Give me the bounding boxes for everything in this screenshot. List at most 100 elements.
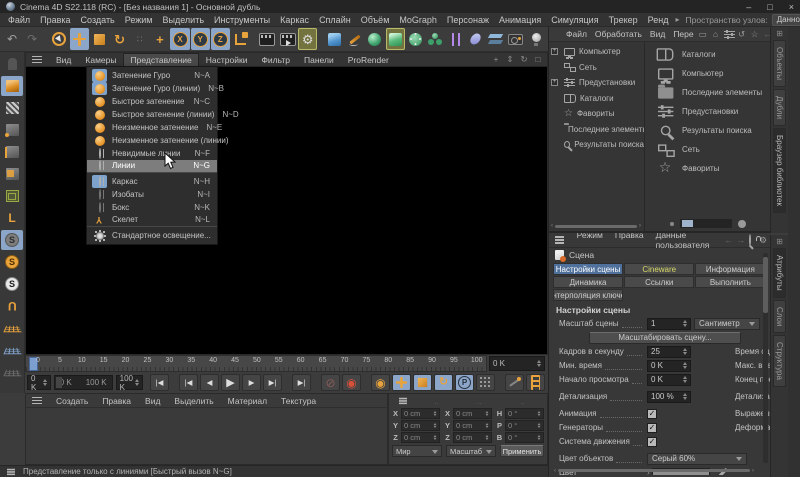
panel-tab[interactable]: Структура	[773, 335, 786, 387]
display-menu-item[interactable]: Быстрое затенение N~C	[87, 95, 217, 108]
workplane-mode-button[interactable]	[1, 186, 23, 206]
polygons-mode-button[interactable]	[1, 164, 23, 184]
add-symmetry-button[interactable]	[446, 28, 465, 50]
display-menu-item[interactable]: Затенение Гуро (линии) N~B	[87, 82, 217, 95]
add-panel-icon[interactable]: ⊞	[776, 29, 783, 38]
minimize-button[interactable]: –	[746, 2, 751, 12]
menu-overflow-icon[interactable]: ▸	[673, 15, 681, 24]
add-generator-button[interactable]	[386, 28, 405, 50]
x-axis-lock[interactable]: X	[170, 28, 189, 50]
display-menu-item[interactable]: Неизменное затенение (линии)	[87, 134, 217, 147]
menu-item[interactable]: Выделить	[158, 15, 210, 25]
attributes-tab[interactable]: Настройки сцены	[553, 263, 623, 275]
menu-item[interactable]: Трекер	[604, 15, 643, 25]
key-position-toggle[interactable]	[392, 374, 411, 391]
display-menu-item[interactable]: Невидимые линии N~F	[87, 147, 217, 160]
zoom-in-icon[interactable]	[738, 220, 746, 228]
viewport-menu-item[interactable]: ProRender	[341, 53, 396, 67]
material-menu-item[interactable]: Текстура	[274, 396, 323, 406]
menu-item[interactable]: Правка	[35, 15, 75, 25]
object-color-select[interactable]: Серый 60%	[647, 453, 747, 465]
selected-object-row[interactable]: Сцена	[549, 248, 770, 262]
autokey-button[interactable]: ◉	[371, 374, 390, 391]
search-icon[interactable]	[749, 235, 751, 245]
workplane-grid-button[interactable]	[1, 318, 23, 338]
attributes-tab[interactable]: Выполнить	[695, 276, 765, 288]
menu-item[interactable]: Ренд	[643, 15, 674, 25]
animation-checkbox[interactable]: ✓	[647, 409, 657, 419]
attributes-menu-item[interactable]: Правка	[609, 233, 650, 250]
menu-item[interactable]: Анимация	[494, 15, 546, 25]
axis-mode-button[interactable]: L	[1, 208, 23, 228]
viewport-menu-item[interactable]: Панели	[297, 53, 341, 67]
spinner-icon[interactable]	[43, 377, 47, 388]
range-start-field[interactable]: 0 K	[27, 375, 51, 390]
preview-range-slider[interactable]: 0 K 100 K	[54, 375, 113, 390]
attributes-tab[interactable]: Интерполяция ключей	[553, 289, 623, 301]
browser-list-item[interactable]: Результаты поиска	[645, 121, 770, 140]
display-menu-item[interactable]: Y Скелет N~L	[87, 214, 217, 227]
section-title[interactable]: Настройки сцены	[549, 302, 770, 317]
close-button[interactable]: ×	[789, 2, 794, 12]
prev-frame-button[interactable]: ◀	[200, 374, 219, 391]
expander-icon[interactable]: +	[551, 79, 558, 86]
tree-horizontal-scrollbar[interactable]: ‹›	[551, 223, 641, 229]
burger-menu-icon[interactable]	[32, 400, 42, 402]
coordinate-mode-select[interactable]: Масштаб	[446, 445, 496, 457]
goto-end-button[interactable]: ▶|	[292, 374, 311, 391]
viewport-maximize-icon[interactable]: □	[533, 54, 543, 65]
record-button[interactable]: ◉	[342, 374, 361, 391]
apply-button[interactable]: Применить	[500, 445, 544, 457]
new-window-icon[interactable]: ▭	[698, 29, 708, 40]
add-field-button[interactable]	[466, 28, 485, 50]
favorites-icon[interactable]: ☆	[750, 29, 760, 40]
motion-system-checkbox[interactable]: ✓	[647, 437, 657, 447]
display-menu-item[interactable]: Стандартное освещение...	[87, 229, 217, 242]
zoom-out-icon[interactable]	[670, 222, 674, 226]
attributes-tab[interactable]: Информация	[695, 263, 765, 275]
global-axes-button[interactable]: +	[150, 28, 169, 50]
add-light-button[interactable]	[527, 28, 546, 50]
coordinate-system-select[interactable]: Мир	[392, 445, 442, 457]
material-menu-item[interactable]: Материал	[221, 396, 274, 406]
scene-scale-field[interactable]: 1	[647, 318, 691, 330]
viewport-menu-item[interactable]: Фильтр	[254, 53, 297, 67]
attributes-menu-item[interactable]: Данные пользователя	[650, 233, 725, 250]
next-key-button[interactable]: ▶|	[263, 374, 282, 391]
render-picture-viewer-button[interactable]	[278, 28, 297, 50]
key-pla-toggle[interactable]	[476, 374, 495, 391]
convert-selection-tool[interactable]	[1, 54, 23, 74]
browser-list-item[interactable]: Последние элементы	[645, 83, 770, 102]
undo-button[interactable]: ↶	[3, 28, 22, 50]
browser-menu-item[interactable]: Пере	[669, 29, 697, 39]
scene-unit-select[interactable]: Сантиметр	[694, 318, 760, 330]
browser-tree-item[interactable]: + Предустановки	[549, 75, 644, 91]
browser-list-item[interactable]: ☆ Фавориты	[645, 159, 770, 178]
workplane-lock-button[interactable]	[1, 340, 23, 360]
panel-tab[interactable]: Атрибуты	[773, 248, 786, 298]
panel-tab[interactable]: Браузер библиотек	[773, 128, 786, 213]
menu-item[interactable]: Инструменты	[209, 15, 275, 25]
move-tool[interactable]	[70, 28, 89, 50]
position-field[interactable]: 0 cm	[401, 432, 440, 443]
material-menu-item[interactable]: Правка	[95, 396, 138, 406]
current-frame-field[interactable]: 0 K	[489, 356, 545, 371]
expander-icon[interactable]: +	[551, 48, 558, 55]
goto-start-button[interactable]: |◀	[150, 374, 169, 391]
panel-tab[interactable]: Объекты	[773, 40, 786, 87]
timeline-mode-button[interactable]	[526, 374, 545, 391]
browser-list-item[interactable]: Компьютер	[645, 64, 770, 83]
solo-animation-button[interactable]	[505, 374, 524, 391]
scale-field[interactable]: 0 cm	[453, 408, 492, 419]
add-panel-icon[interactable]: ⊞	[776, 237, 783, 246]
edges-mode-button[interactable]	[1, 142, 23, 162]
material-menu-item[interactable]: Вид	[138, 396, 167, 406]
redo-button[interactable]: ↷	[23, 28, 42, 50]
burger-menu-icon[interactable]	[7, 471, 15, 472]
panel-tab[interactable]: Слои	[773, 300, 786, 333]
rotation-field[interactable]: 0 °	[505, 420, 544, 431]
spinner-icon[interactable]	[537, 358, 541, 369]
toolbar-separator[interactable]	[318, 28, 324, 50]
timeline-ruler[interactable]: 0510152025303540455055606570758085909510…	[25, 355, 487, 372]
menu-item[interactable]: Создать	[76, 15, 120, 25]
